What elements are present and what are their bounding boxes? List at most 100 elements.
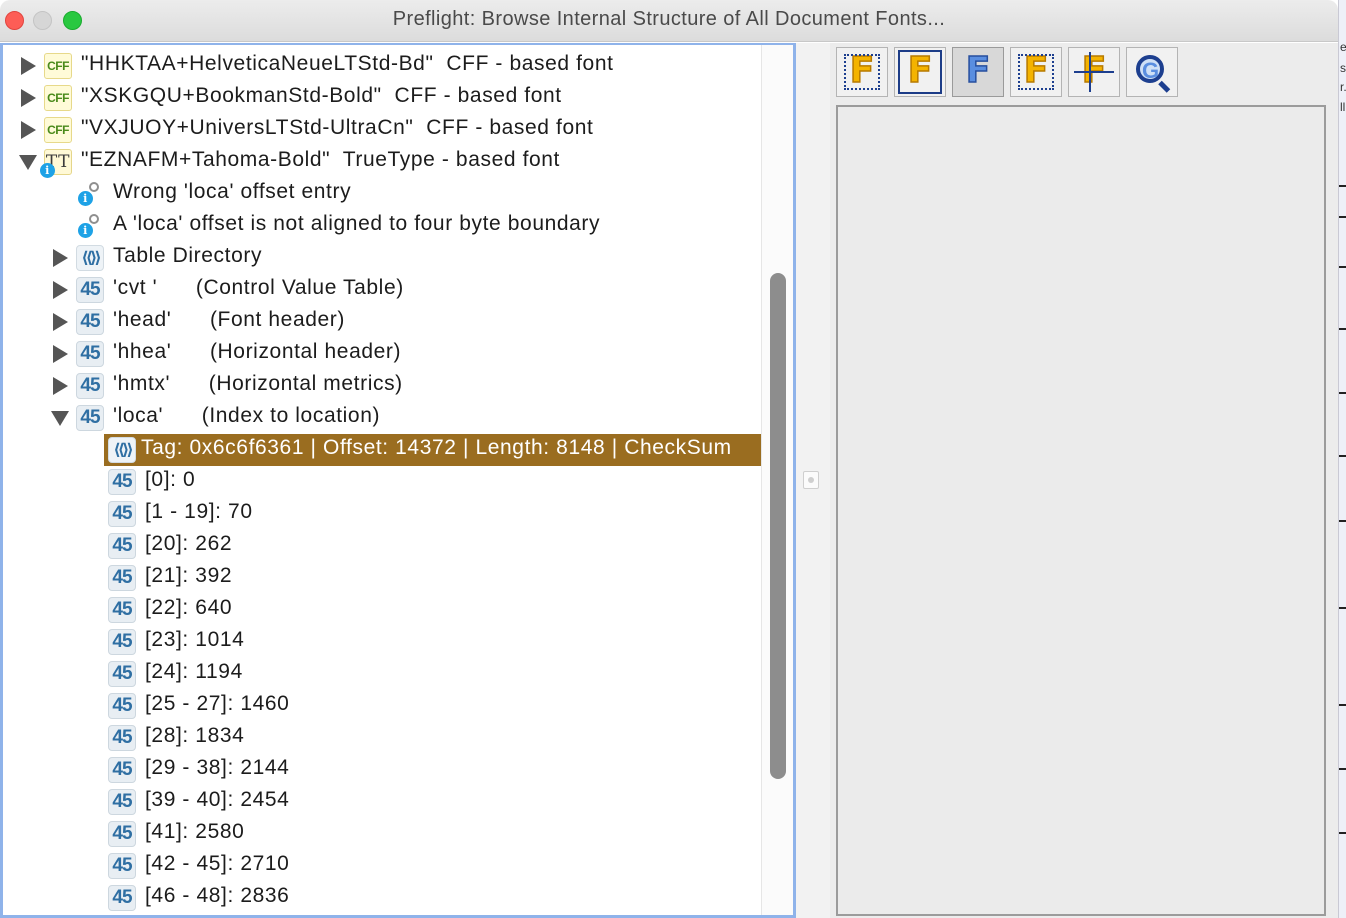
tree-row[interactable]: 45 'loca' (Index to location)	[3, 402, 761, 434]
tree-row[interactable]: 45 [23]: 1014	[3, 626, 761, 658]
tree-vertical-scrollbar[interactable]	[761, 45, 793, 915]
tree-row-label: [42 - 45]: 2710	[145, 852, 290, 875]
tree-row-label: [46 - 48]: 2836	[145, 884, 290, 907]
number-icon: 45	[108, 597, 136, 623]
disclosure-collapsed-icon[interactable]	[21, 121, 36, 139]
info-icon: i	[78, 223, 93, 238]
tree-row[interactable]: 45 [46 - 48]: 2836	[3, 882, 761, 914]
edge-text: s	[1340, 61, 1346, 75]
comment-bubble-icon	[89, 214, 99, 224]
edge-text: ll	[1340, 100, 1346, 114]
number-icon: 45	[108, 885, 136, 911]
number-icon: 45	[76, 309, 104, 335]
glyph-preview-canvas	[836, 105, 1326, 916]
tree-row-label: 'loca' (Index to location)	[113, 404, 381, 427]
tree-row-label: "EZNAFM+Tahoma-Bold" TrueType - based fo…	[81, 148, 560, 171]
tree-row-label: Table Directory	[113, 244, 263, 267]
info-icon: i	[78, 191, 93, 206]
disclosure-collapsed-icon[interactable]	[21, 89, 36, 107]
window-title: Preflight: Browse Internal Structure of …	[392, 8, 946, 30]
tree-row-label: "HHKTAA+HelveticaNeueLTStd-Bd" CFF - bas…	[81, 52, 614, 75]
tree-row[interactable]: 45 'hmtx' (Horizontal metrics)	[3, 370, 761, 402]
font-baseline-icon: F	[1074, 51, 1114, 92]
tree-row-label: Tag: 0x6c6f6361 | Offset: 14372 | Length…	[141, 436, 732, 459]
tree-row-label: A 'loca' offset is not aligned to four b…	[113, 212, 601, 235]
splitter-handle[interactable]	[803, 471, 819, 489]
show-glyph-points-button[interactable]: F	[1010, 47, 1062, 97]
tree-row[interactable]: i A 'loca' offset is not aligned to four …	[3, 210, 761, 242]
tree-row[interactable]: 45 [22]: 640	[3, 594, 761, 626]
tree-row-label: [29 - 38]: 2144	[145, 756, 290, 779]
tree-row[interactable]: 45 [39 - 40]: 2454	[3, 786, 761, 818]
number-icon: 45	[108, 789, 136, 815]
tree-row[interactable]: i Wrong 'loca' offset entry	[3, 178, 761, 210]
disclosure-collapsed-icon[interactable]	[53, 345, 68, 363]
tree-row-label: [1 - 19]: 70	[145, 500, 253, 523]
tree-row[interactable]: TT i "EZNAFM+Tahoma-Bold" TrueType - based…	[3, 146, 761, 178]
zoom-glyph-icon: G	[1132, 52, 1172, 93]
edge-text: e	[1340, 40, 1346, 54]
tree-row-label: [20]: 262	[145, 532, 233, 555]
tree-row[interactable]: 45 [29 - 38]: 2144	[3, 754, 761, 786]
font-bounding-box-icon: F	[842, 51, 882, 92]
tree-row[interactable]: 45 [41]: 2580	[3, 818, 761, 850]
disclosure-collapsed-icon[interactable]	[53, 249, 68, 267]
tree-row-label: [22]: 640	[145, 596, 233, 619]
show-glyph-bounds-button[interactable]: F	[836, 47, 888, 97]
tree-row[interactable]: 45 'head' (Font header)	[3, 306, 761, 338]
disclosure-collapsed-icon[interactable]	[53, 377, 68, 395]
show-glyph-frame-button[interactable]: F	[894, 47, 946, 97]
tree-row[interactable]: 45 [24]: 1194	[3, 658, 761, 690]
show-glyph-outline-button[interactable]: F	[952, 47, 1004, 97]
tree-row[interactable]: ⟨⟨⟩⟩ Table Directory	[3, 242, 761, 274]
font-points-icon: F	[1016, 51, 1056, 92]
glyph-preview-panel: F F F F F G	[830, 43, 1338, 918]
tree-row[interactable]: 45 'hhea' (Horizontal header)	[3, 338, 761, 370]
number-icon: 45	[108, 469, 136, 495]
number-icon: 45	[76, 405, 104, 431]
tree-row[interactable]: 45 'cvt ' (Control Value Table)	[3, 274, 761, 306]
font-frame-icon: F	[898, 50, 942, 94]
structure-icon: ⟨⟨⟩⟩	[108, 437, 136, 463]
tree-row-label: [21]: 392	[145, 564, 233, 587]
tree-row-label: [25 - 27]: 1460	[145, 692, 290, 715]
tree-row-label: [28]: 1834	[145, 724, 245, 747]
number-icon: 45	[108, 661, 136, 687]
disclosure-expanded-icon[interactable]	[51, 411, 69, 426]
tree-row[interactable]: 45 [0]: 0	[3, 466, 761, 498]
tree-row[interactable]: ⟨⟨⟩⟩ Tag: 0x6c6f6361 | Offset: 14372 | Le…	[104, 434, 761, 466]
tree-row[interactable]: 45 [25 - 27]: 1460	[3, 690, 761, 722]
number-icon: 45	[108, 821, 136, 847]
tree-row[interactable]: 45 [28]: 1834	[3, 722, 761, 754]
tree-row[interactable]: 45 [42 - 45]: 2710	[3, 850, 761, 882]
tree-row[interactable]: 45 [21]: 392	[3, 562, 761, 594]
panel-splitter[interactable]	[796, 43, 830, 918]
number-icon: 45	[108, 725, 136, 751]
disclosure-expanded-icon[interactable]	[19, 155, 37, 170]
disclosure-collapsed-icon[interactable]	[21, 57, 36, 75]
tree-row-label: 'hmtx' (Horizontal metrics)	[113, 372, 403, 395]
tree-row[interactable]: 45 [1 - 19]: 70	[3, 498, 761, 530]
background-window-edge: e s r. ll	[1338, 0, 1346, 918]
show-glyph-baseline-button[interactable]: F	[1068, 47, 1120, 97]
tree-row[interactable]: CFF "VXJUOY+UniversLTStd-UltraCn" CFF - b…	[3, 114, 761, 146]
tree-row[interactable]: CFF "XSKGQU+BookmanStd-Bold" CFF - based …	[3, 82, 761, 114]
number-icon: 45	[108, 565, 136, 591]
disclosure-collapsed-icon[interactable]	[53, 281, 68, 299]
tree-row-label: Wrong 'loca' offset entry	[113, 180, 352, 203]
number-icon: 45	[108, 757, 136, 783]
tree-row[interactable]: CFF "HHKTAA+HelveticaNeueLTStd-Bd" CFF - …	[3, 50, 761, 82]
edge-text: r.	[1340, 80, 1346, 94]
tree-row-label: 'head' (Font header)	[113, 308, 345, 331]
number-icon: 45	[76, 341, 104, 367]
tree-row[interactable]: 45 [20]: 262	[3, 530, 761, 562]
scrollbar-thumb[interactable]	[770, 273, 786, 779]
font-structure-tree[interactable]: CFF "HHKTAA+HelveticaNeueLTStd-Bd" CFF - …	[0, 43, 796, 918]
structure-icon: ⟨⟨⟩⟩	[76, 245, 104, 271]
tree-row-label: [23]: 1014	[145, 628, 245, 651]
tree-row-label: "XSKGQU+BookmanStd-Bold" CFF - based fon…	[81, 84, 562, 107]
disclosure-collapsed-icon[interactable]	[53, 313, 68, 331]
cff-font-icon: CFF	[44, 53, 72, 79]
zoom-glyph-button[interactable]: G	[1126, 47, 1178, 97]
tree-row-label: [41]: 2580	[145, 820, 245, 843]
